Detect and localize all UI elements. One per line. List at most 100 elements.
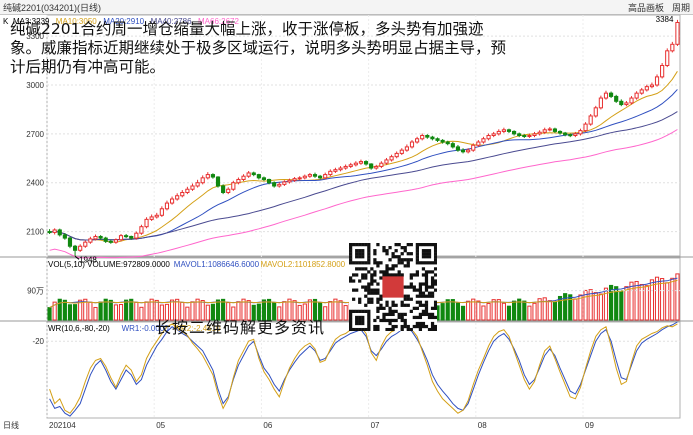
qr-module [406, 297, 410, 301]
candle-body [598, 97, 603, 109]
qr-module [388, 306, 392, 310]
qr-module [355, 321, 359, 326]
volume-bar [486, 302, 491, 321]
candle-body [231, 182, 236, 190]
qr-module [358, 321, 362, 326]
qr-module [355, 288, 359, 292]
qr-module [406, 258, 410, 262]
qr-module [397, 270, 401, 274]
qr-module [412, 324, 416, 329]
qr-module [415, 300, 419, 304]
candle-body [297, 177, 302, 180]
qr-module [349, 324, 353, 329]
candle-body [639, 89, 644, 94]
candle-body [450, 143, 455, 148]
candle-body [363, 161, 369, 165]
qr-module [361, 267, 365, 271]
qr-module [412, 315, 416, 320]
candle-body [210, 174, 215, 178]
time-tick-label: 09 [585, 421, 594, 430]
candle-body [302, 175, 307, 179]
qr-module [373, 258, 377, 262]
qr-module [418, 300, 423, 304]
qr-module [352, 288, 356, 292]
qr-module [376, 264, 380, 268]
qr-module [409, 327, 413, 332]
qr-module [358, 309, 362, 313]
candle-body [415, 138, 420, 143]
qr-code [349, 243, 438, 332]
candle-body [144, 218, 149, 228]
qr-module [418, 303, 423, 307]
candle-body [272, 182, 277, 187]
qr-module [415, 246, 419, 250]
qr-module [367, 324, 371, 329]
qr-module [364, 294, 368, 298]
time-tick-label: 06 [263, 421, 272, 430]
qr-module [361, 261, 365, 265]
candle-body [649, 84, 655, 88]
volume-bar [47, 307, 52, 321]
qr-module [376, 315, 380, 320]
candle-body [399, 149, 404, 154]
candle-body [333, 169, 338, 172]
qr-module [427, 315, 432, 320]
candle-body [98, 235, 103, 239]
qr-module [349, 318, 353, 323]
qr-module [400, 327, 404, 332]
candle-body [471, 144, 476, 151]
qr-module [367, 318, 371, 323]
volume-bar [328, 301, 333, 321]
qr-module [391, 327, 395, 332]
qr-module [406, 243, 410, 247]
candle-body [256, 174, 261, 179]
time-tick-label: 05 [156, 421, 165, 430]
qr-module [355, 315, 359, 320]
qr-module [406, 294, 410, 298]
qr-module [355, 255, 359, 259]
qr-module [433, 282, 438, 286]
qr-module [418, 285, 423, 289]
volume-bar [522, 300, 527, 321]
qr-module [403, 318, 407, 323]
qr-module [379, 270, 383, 274]
candle-body [552, 128, 558, 132]
qr-module [397, 312, 401, 317]
candle-body [164, 202, 170, 210]
candle-body [496, 130, 501, 135]
qr-module [367, 243, 371, 247]
qr-module [355, 243, 359, 247]
price-tick-label: 2100 [26, 228, 44, 237]
qr-module [424, 306, 429, 310]
qr-module [433, 279, 438, 283]
qr-module [430, 294, 435, 298]
candle-body [435, 138, 440, 141]
candle-body [287, 179, 292, 183]
ma-legend-item: K [3, 17, 9, 26]
volume-bar [552, 301, 558, 321]
qr-module [397, 261, 401, 265]
volume-bar [466, 300, 471, 321]
candle-body [108, 240, 113, 243]
qr-module [418, 288, 423, 292]
qr-module [358, 279, 362, 283]
qr-module [400, 312, 404, 317]
qr-module [382, 306, 386, 310]
qr-module [421, 312, 426, 317]
qr-module [370, 279, 374, 283]
qr-module [376, 291, 380, 295]
candle-body [312, 174, 318, 177]
qr-module [424, 255, 429, 259]
volume-bar [501, 302, 506, 321]
qr-module [430, 285, 435, 289]
qr-module [424, 279, 429, 283]
volume-bar [67, 304, 73, 321]
qr-module [355, 327, 359, 332]
qr-module [373, 288, 377, 292]
qr-module [361, 252, 365, 256]
qr-module [427, 327, 432, 332]
qr-module [358, 252, 362, 256]
qr-module [418, 312, 423, 317]
qr-module [421, 273, 426, 277]
candle-body [384, 159, 389, 164]
